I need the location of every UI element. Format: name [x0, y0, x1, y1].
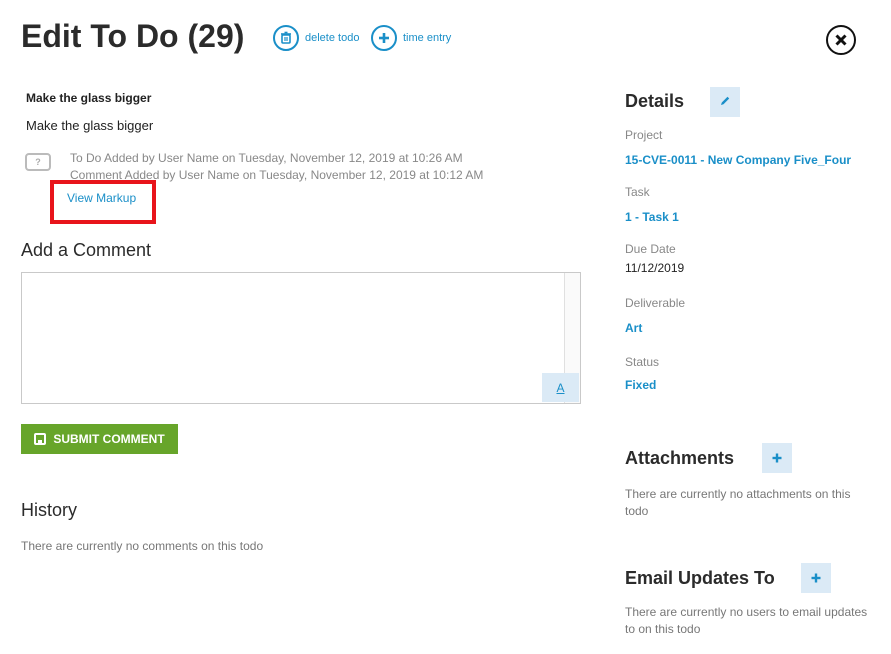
- plus-icon: [772, 450, 782, 466]
- comment-icon: ?: [25, 153, 51, 171]
- comment-textarea[interactable]: [22, 273, 569, 407]
- plus-icon[interactable]: [371, 25, 397, 51]
- due-date-value: 11/12/2019: [625, 261, 685, 275]
- trash-icon[interactable]: [273, 25, 299, 51]
- email-updates-heading: Email Updates To: [625, 568, 775, 588]
- task-link[interactable]: 1 - Task 1: [625, 210, 679, 224]
- status-value[interactable]: Fixed: [625, 378, 656, 392]
- history-heading: History: [21, 500, 78, 520]
- attachments-empty-text: There are currently no attachments on th…: [625, 487, 851, 518]
- project-link[interactable]: 15-CVE-0011 - New Company Five_Four: [625, 153, 851, 167]
- comment-input-container: A: [21, 272, 581, 407]
- deliverable-link[interactable]: Art: [625, 321, 642, 335]
- details-heading: Details: [625, 91, 685, 111]
- pencil-icon: [719, 94, 731, 110]
- add-email-recipient-button[interactable]: [801, 563, 831, 593]
- deliverable-label: Deliverable: [625, 296, 686, 310]
- text-format-button[interactable]: A: [542, 373, 579, 402]
- task-label: Task: [625, 185, 650, 199]
- view-markup-link[interactable]: View Markup: [67, 191, 136, 205]
- activity-line: To Do Added by User Name on Tuesday, Nov…: [70, 151, 463, 165]
- close-icon[interactable]: [826, 25, 856, 55]
- plus-icon: [811, 570, 821, 586]
- attachments-heading: Attachments: [625, 448, 735, 468]
- due-date-label: Due Date: [625, 242, 676, 256]
- todo-description: Make the glass bigger: [26, 118, 154, 133]
- submit-comment-button[interactable]: SUBMIT COMMENT: [21, 424, 178, 454]
- add-comment-heading: Add a Comment: [21, 240, 152, 260]
- history-empty-text: There are currently no comments on this …: [21, 539, 264, 553]
- time-entry-label[interactable]: time entry: [403, 32, 451, 44]
- edit-details-button[interactable]: [710, 87, 740, 117]
- project-label: Project: [625, 128, 663, 142]
- todo-title: Make the glass bigger: [26, 91, 152, 105]
- save-icon: [34, 433, 47, 445]
- submit-comment-label: SUBMIT COMMENT: [53, 432, 165, 446]
- page-title: Edit To Do (29): [21, 18, 245, 54]
- email-updates-empty-text: There are currently no users to email up…: [625, 605, 868, 636]
- delete-todo-button[interactable]: delete todo: [273, 25, 359, 51]
- status-label: Status: [625, 355, 660, 369]
- time-entry-button[interactable]: time entry: [371, 25, 451, 51]
- add-attachment-button[interactable]: [762, 443, 792, 473]
- delete-todo-label[interactable]: delete todo: [305, 32, 359, 44]
